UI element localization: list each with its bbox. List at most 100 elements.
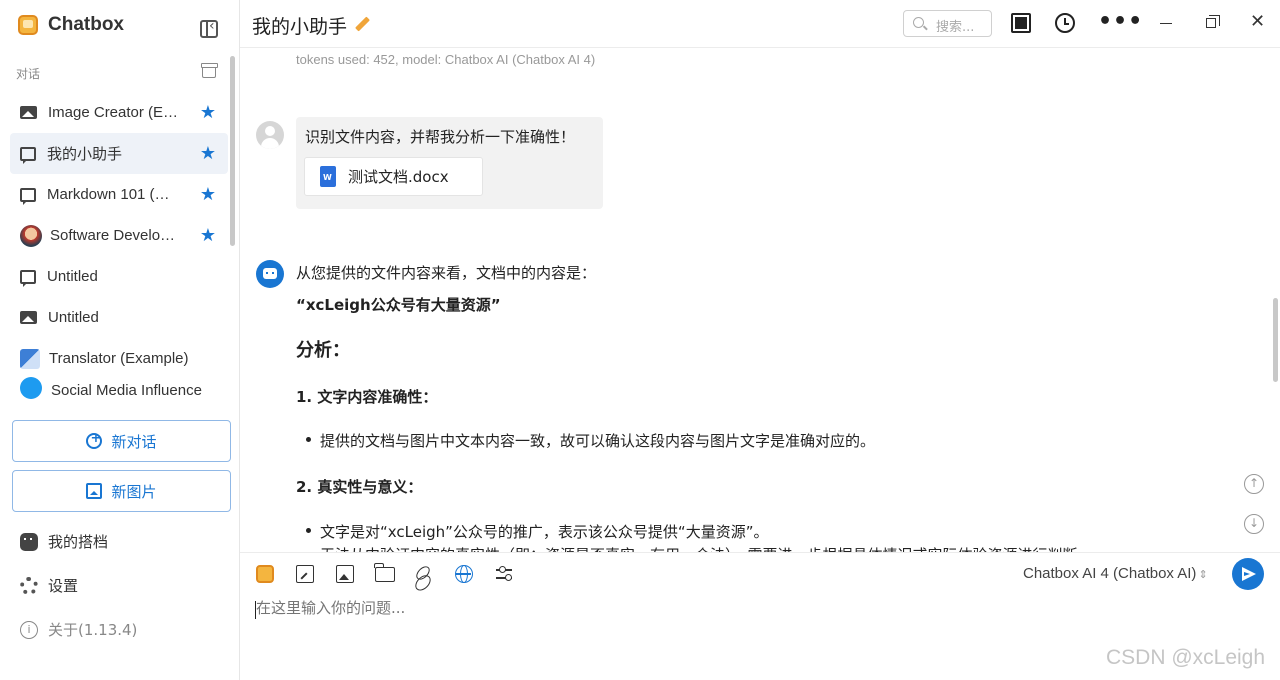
conversation-label: Software Develo… [50, 227, 176, 244]
send-button[interactable] [1232, 558, 1264, 590]
point1-bullet: 提供的文档与图片中文本内容一致，故可以确认这段内容与图片文字是准确对应的。 [306, 430, 876, 451]
image-icon [20, 311, 37, 324]
search-placeholder: 搜索... [936, 20, 975, 35]
copilots-label: 我的搭档 [48, 533, 109, 551]
chat-icon [20, 269, 36, 287]
chat-icon [20, 187, 36, 205]
bullet-dot [306, 437, 311, 442]
conversation-item-social-media[interactable]: Social Media Influence [10, 377, 228, 399]
bullet-dot [306, 528, 311, 533]
new-image-label: 新图片 [111, 482, 157, 501]
chat-title: 我的小助手 [252, 16, 348, 38]
scroll-to-bottom-icon[interactable]: ↓ [1244, 514, 1264, 534]
gear-icon [20, 576, 38, 595]
app-window: Chatbox 对话 Image Creator (E… ★ 我的小助手 ★ M… [0, 0, 1280, 680]
close-icon[interactable]: ✕ [1250, 11, 1265, 32]
conversation-item-untitled-2[interactable]: Untitled [10, 297, 228, 338]
message-input[interactable] [256, 599, 1256, 617]
new-chat-label: 新对话 [111, 432, 157, 451]
assistant-avatar [256, 260, 284, 288]
conversation-item-markdown[interactable]: Markdown 101 (… ★ [10, 174, 228, 215]
collapse-sidebar-icon[interactable] [200, 18, 218, 38]
search-button[interactable]: 搜索... [903, 10, 992, 37]
star-icon[interactable]: ★ [200, 184, 216, 205]
point2-heading: 2. 真实性与意义： [296, 478, 423, 496]
model-label: Chatbox AI 4 (Chatbox AI) [1023, 565, 1197, 582]
chat-scrollbar[interactable] [1273, 298, 1278, 382]
chevron-updown-icon: ⇕ [1198, 569, 1208, 581]
star-icon[interactable]: ★ [200, 102, 216, 123]
point2-bullet-continued: 无法从中验证内容的真实性（即：资源是否真实、有用、合法），需要进一步根据具体情况… [320, 544, 1093, 552]
conversation-label: Translator (Example) [49, 350, 189, 367]
point2-bullet-text: 文字是对“xcLeigh”公众号的推广，表示该公众号提供“大量资源”。 [320, 523, 769, 541]
message-list[interactable]: tokens used: 452, model: Chatbox AI (Cha… [240, 48, 1280, 552]
user-message-text: 识别文件内容，并帮我分析一下准确性！ [305, 128, 576, 146]
user-message: 识别文件内容，并帮我分析一下准确性！ 测试文档.docx [296, 117, 603, 209]
chatbox-mode-icon[interactable] [256, 565, 274, 583]
sidebar-scrollbar[interactable] [230, 56, 235, 246]
sidebar: Chatbox 对话 Image Creator (E… ★ 我的小助手 ★ M… [0, 0, 240, 680]
conversation-list[interactable]: Image Creator (E… ★ 我的小助手 ★ Markdown 101… [10, 92, 228, 408]
chat-settings-icon[interactable] [496, 565, 514, 583]
conversation-item-my-assistant[interactable]: 我的小助手 ★ [10, 133, 228, 174]
robot-icon [20, 532, 38, 551]
point1-bullet-text: 提供的文档与图片中文本内容一致，故可以确认这段内容与图片文字是准确对应的。 [320, 432, 876, 450]
star-icon[interactable]: ★ [200, 143, 216, 164]
more-options-icon[interactable]: ••• [1098, 11, 1142, 37]
add-image-icon [86, 483, 103, 499]
point2-bullet: 文字是对“xcLeigh”公众号的推广，表示该公众号提供“大量资源”。 [306, 521, 769, 542]
analysis-heading: 分析： [296, 340, 350, 361]
attachment-card[interactable]: 测试文档.docx [304, 157, 483, 196]
chatbox-logo-icon [18, 15, 38, 35]
restore-icon[interactable] [1206, 15, 1220, 28]
new-chat-button[interactable]: 新对话 [12, 420, 231, 462]
info-icon: i [20, 620, 38, 639]
watermark: CSDN @xcLeigh [1106, 646, 1266, 669]
about-item[interactable]: i 关于(1.13.4) [20, 619, 137, 640]
chat-main: 我的小助手 搜索... ••• ✕ tokens used: 452, mode… [240, 0, 1280, 680]
conversation-item-image-creator[interactable]: Image Creator (E… ★ [10, 92, 228, 133]
assistant-quote: “xcLeigh公众号有大量资源” [296, 296, 501, 314]
top-bar: 我的小助手 搜索... ••• ✕ [240, 0, 1280, 48]
conversation-label: 我的小助手 [47, 146, 123, 163]
conversation-item-software-developer[interactable]: Software Develo… ★ [10, 215, 228, 256]
link-icon[interactable] [413, 563, 433, 583]
star-icon[interactable]: ★ [200, 225, 216, 246]
model-selector[interactable]: Chatbox AI 4 (Chatbox AI) ⇕ [1023, 565, 1208, 582]
history-icon[interactable] [1055, 13, 1075, 33]
search-icon [913, 17, 924, 28]
settings-label: 设置 [48, 577, 79, 595]
add-circle-icon [86, 431, 103, 449]
attach-image-icon[interactable] [336, 565, 354, 583]
about-label: 关于(1.13.4) [48, 621, 138, 639]
archive-icon[interactable] [201, 63, 218, 78]
edit-pencil-icon[interactable] [355, 16, 370, 32]
conversation-label: Untitled [47, 268, 98, 285]
conversation-label: Social Media Influence [51, 382, 202, 399]
conversation-item-untitled-1[interactable]: Untitled [10, 256, 228, 297]
chat-icon [20, 146, 36, 164]
scroll-to-top-icon[interactable]: ↑ [1244, 474, 1264, 494]
minimize-icon[interactable] [1160, 23, 1172, 24]
settings-item[interactable]: 设置 [20, 575, 78, 596]
folder-icon[interactable] [374, 563, 395, 582]
app-name: Chatbox [48, 14, 124, 35]
web-search-icon[interactable] [455, 565, 473, 583]
brand: Chatbox [18, 14, 124, 36]
translate-icon [20, 348, 40, 369]
attach-file-icon[interactable] [296, 565, 314, 583]
conversation-item-translator[interactable]: Translator (Example) [10, 338, 228, 379]
toggle-panel-icon[interactable] [1011, 13, 1031, 33]
conversation-label: Untitled [48, 309, 99, 326]
my-copilots-item[interactable]: 我的搭档 [20, 531, 108, 552]
attachment-name: 测试文档.docx [348, 168, 449, 186]
image-icon [20, 106, 37, 119]
word-document-icon [320, 166, 336, 187]
user-avatar [256, 121, 284, 149]
assistant-intro: 从您提供的文件内容来看，文档中的内容是： [296, 264, 597, 282]
developer-avatar-icon [20, 224, 42, 247]
conversations-section-label: 对话 [16, 67, 41, 81]
point1-heading: 1. 文字内容准确性： [296, 388, 438, 406]
new-image-button[interactable]: 新图片 [12, 470, 231, 512]
conversation-label: Image Creator (E… [48, 104, 179, 121]
